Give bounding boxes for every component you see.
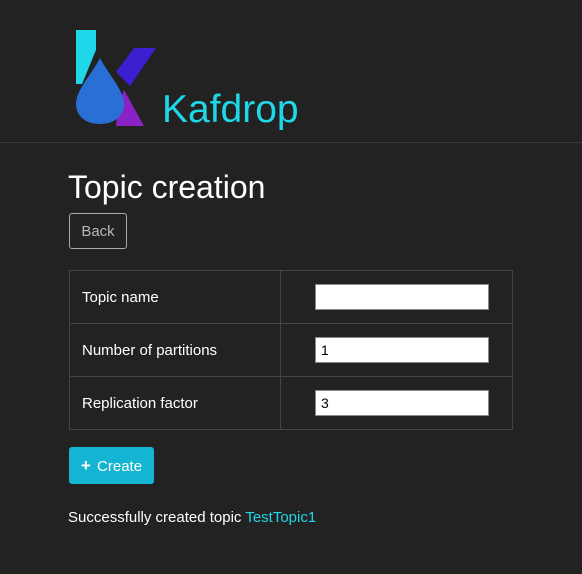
create-button[interactable]: + Create	[69, 447, 154, 484]
topic-form-table: Topic name Number of partitions Replicat…	[69, 270, 513, 430]
back-button[interactable]: Back	[69, 213, 127, 249]
partitions-row: Number of partitions	[69, 323, 513, 377]
page-title: Topic creation	[68, 169, 266, 205]
replication-factor-row: Replication factor	[69, 376, 513, 430]
replication-factor-label: Replication factor	[69, 376, 281, 430]
partitions-input[interactable]	[315, 337, 489, 363]
partitions-label: Number of partitions	[69, 323, 281, 377]
app-header: Kafdrop	[0, 0, 582, 143]
status-message: Successfully created topic TestTopic1	[68, 509, 316, 527]
topic-name-input[interactable]	[315, 284, 489, 310]
brand-name[interactable]: Kafdrop	[162, 86, 299, 134]
create-button-label: Create	[97, 457, 143, 475]
plus-icon: +	[80, 455, 91, 475]
status-text: Successfully created topic	[68, 509, 242, 526]
kafdrop-logo-icon[interactable]	[74, 28, 158, 128]
topic-name-row: Topic name	[69, 270, 513, 324]
replication-factor-input[interactable]	[315, 390, 489, 416]
topic-name-label: Topic name	[69, 270, 281, 324]
created-topic-link[interactable]: TestTopic1	[245, 509, 316, 526]
